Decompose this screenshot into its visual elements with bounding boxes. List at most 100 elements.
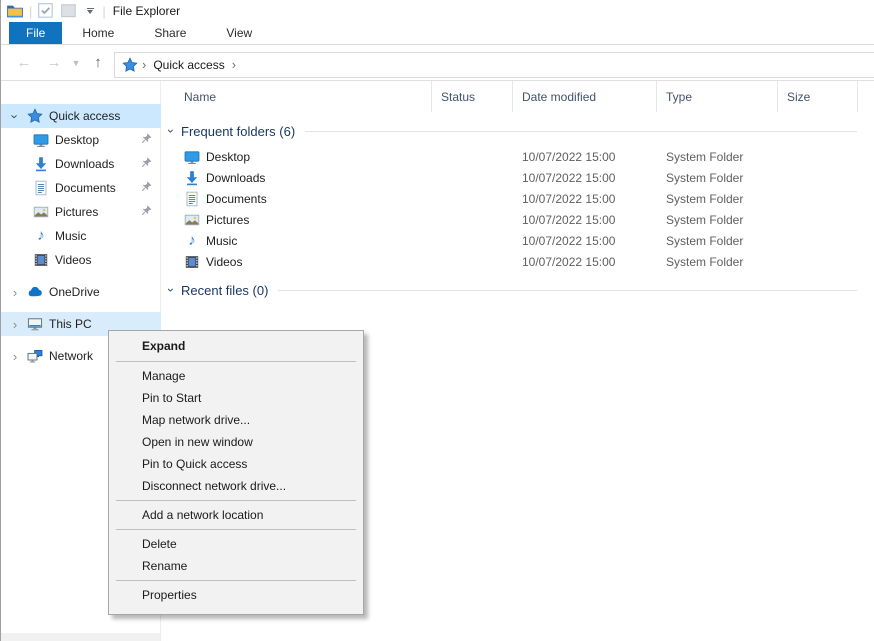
breadcrumb-quick-access[interactable]: Quick access xyxy=(150,58,227,72)
menu-item-expand[interactable]: Expand xyxy=(109,334,363,358)
file-name: Documents xyxy=(206,192,267,206)
tab-share[interactable]: Share xyxy=(134,22,206,44)
group-header-rule xyxy=(305,131,857,132)
pin-icon xyxy=(139,204,153,218)
onedrive-cloud-icon xyxy=(27,284,43,300)
chevron-collapsed-icon[interactable]: › xyxy=(9,285,21,300)
qat-new-folder-button[interactable] xyxy=(60,2,78,20)
group-header-rule xyxy=(278,290,857,291)
qat-customize-dropdown[interactable] xyxy=(83,8,97,15)
pin-icon xyxy=(139,156,153,170)
chevron-expanded-icon[interactable]: › xyxy=(164,125,178,137)
back-button[interactable]: ← xyxy=(13,45,35,80)
tab-home[interactable]: Home xyxy=(62,22,134,44)
sidebar-item-onedrive[interactable]: › OneDrive xyxy=(1,280,161,304)
file-type: System Folder xyxy=(657,150,778,164)
sidebar-item-videos[interactable]: Videos xyxy=(1,248,161,272)
file-name: Desktop xyxy=(206,150,250,164)
quick-access-star-icon xyxy=(122,57,138,73)
sidebar-item-label: Downloads xyxy=(55,157,114,171)
forward-button[interactable]: → xyxy=(43,45,65,80)
group-header-label: Recent files (0) xyxy=(181,283,268,298)
sidebar-item-quick-access[interactable]: › Quick access xyxy=(1,104,161,128)
menu-item-delete[interactable]: Delete xyxy=(109,533,363,555)
chevron-down-icon xyxy=(87,10,93,14)
file-name: Downloads xyxy=(206,171,265,185)
pictures-icon xyxy=(184,212,200,228)
file-name: Videos xyxy=(206,255,242,269)
recent-locations-dropdown[interactable]: ▼ xyxy=(69,45,83,80)
qat-properties-button[interactable] xyxy=(37,2,55,20)
sidebar-item-music[interactable]: ♪ Music xyxy=(1,224,161,248)
column-header-row: Name Status Date modified Type Size xyxy=(161,81,874,112)
documents-icon xyxy=(33,180,49,196)
chevron-collapsed-icon[interactable]: › xyxy=(9,349,21,364)
desktop-icon xyxy=(184,149,200,165)
menu-item-disconnect-network-drive[interactable]: Disconnect network drive... xyxy=(109,475,363,497)
file-date-modified: 10/07/2022 15:00 xyxy=(513,171,657,185)
forward-arrow-icon: → xyxy=(47,54,62,71)
videos-icon xyxy=(33,252,49,268)
title-bar: | | File Explorer xyxy=(1,0,874,22)
window-title: File Explorer xyxy=(113,4,180,18)
file-row-desktop[interactable]: Desktop 10/07/2022 15:00 System Folder xyxy=(161,146,874,167)
menu-item-pin-to-quick-access[interactable]: Pin to Quick access xyxy=(109,453,363,475)
sidebar-item-documents[interactable]: Documents xyxy=(1,176,161,200)
column-header-date-modified[interactable]: Date modified xyxy=(513,81,657,112)
sidebar-item-label: Network xyxy=(49,349,93,363)
menu-item-pin-to-start[interactable]: Pin to Start xyxy=(109,387,363,409)
chevron-collapsed-icon[interactable]: › xyxy=(9,317,21,332)
menu-item-properties[interactable]: Properties xyxy=(109,584,363,606)
tab-view[interactable]: View xyxy=(206,22,272,44)
column-header-size[interactable]: Size xyxy=(778,81,858,112)
file-type: System Folder xyxy=(657,192,778,206)
file-row-videos[interactable]: Videos 10/07/2022 15:00 System Folder xyxy=(161,251,874,272)
new-folder-icon xyxy=(60,2,78,20)
group-header-label: Frequent folders (6) xyxy=(181,124,295,139)
sidebar-item-pictures[interactable]: Pictures xyxy=(1,200,161,224)
sidebar-item-downloads[interactable]: Downloads xyxy=(1,152,161,176)
pin-icon xyxy=(139,180,153,194)
network-icon xyxy=(27,348,43,364)
chevron-expanded-icon[interactable]: › xyxy=(164,284,178,296)
up-button[interactable]: ↑ xyxy=(87,45,109,80)
sidebar-item-desktop[interactable]: Desktop xyxy=(1,128,161,152)
sidebar-item-label: Videos xyxy=(55,253,91,267)
group-header-recent-files[interactable]: › Recent files (0) xyxy=(161,281,874,299)
file-type: System Folder xyxy=(657,171,778,185)
menu-item-rename[interactable]: Rename xyxy=(109,555,363,577)
file-type: System Folder xyxy=(657,234,778,248)
music-icon: ♪ xyxy=(184,233,200,249)
menu-separator xyxy=(116,361,356,362)
column-header-name[interactable]: Name xyxy=(161,81,432,112)
group-header-frequent-folders[interactable]: › Frequent folders (6) xyxy=(161,122,874,140)
videos-icon xyxy=(184,254,200,270)
file-row-documents[interactable]: Documents 10/07/2022 15:00 System Folder xyxy=(161,188,874,209)
sidebar-item-label: Pictures xyxy=(55,205,98,219)
menu-item-add-network-location[interactable]: Add a network location xyxy=(109,504,363,526)
sidebar-item-label: This PC xyxy=(49,317,92,331)
menu-item-manage[interactable]: Manage xyxy=(109,365,363,387)
titlebar-separator: | xyxy=(102,4,105,19)
this-pc-context-menu: Expand Manage Pin to Start Map network d… xyxy=(108,330,364,615)
properties-check-icon xyxy=(37,2,55,20)
file-date-modified: 10/07/2022 15:00 xyxy=(513,255,657,269)
file-explorer-window: | | File Explorer File Home Share View ←… xyxy=(0,0,874,641)
menu-separator xyxy=(116,500,356,501)
column-header-status[interactable]: Status xyxy=(432,81,513,112)
pin-icon xyxy=(139,132,153,146)
file-row-downloads[interactable]: Downloads 10/07/2022 15:00 System Folder xyxy=(161,167,874,188)
file-type: System Folder xyxy=(657,255,778,269)
address-bar[interactable]: › Quick access › xyxy=(114,52,874,78)
file-type: System Folder xyxy=(657,213,778,227)
quick-access-star-icon xyxy=(27,108,43,124)
tab-file[interactable]: File xyxy=(9,22,62,44)
menu-item-open-in-new-window[interactable]: Open in new window xyxy=(109,431,363,453)
column-header-type[interactable]: Type xyxy=(657,81,778,112)
chevron-expanded-icon[interactable]: › xyxy=(8,110,23,122)
sidebar-item-label: Documents xyxy=(55,181,116,195)
file-row-pictures[interactable]: Pictures 10/07/2022 15:00 System Folder xyxy=(161,209,874,230)
menu-item-map-network-drive[interactable]: Map network drive... xyxy=(109,409,363,431)
file-row-music[interactable]: ♪Music 10/07/2022 15:00 System Folder xyxy=(161,230,874,251)
sidebar-horizontal-scrollbar[interactable] xyxy=(1,633,160,641)
